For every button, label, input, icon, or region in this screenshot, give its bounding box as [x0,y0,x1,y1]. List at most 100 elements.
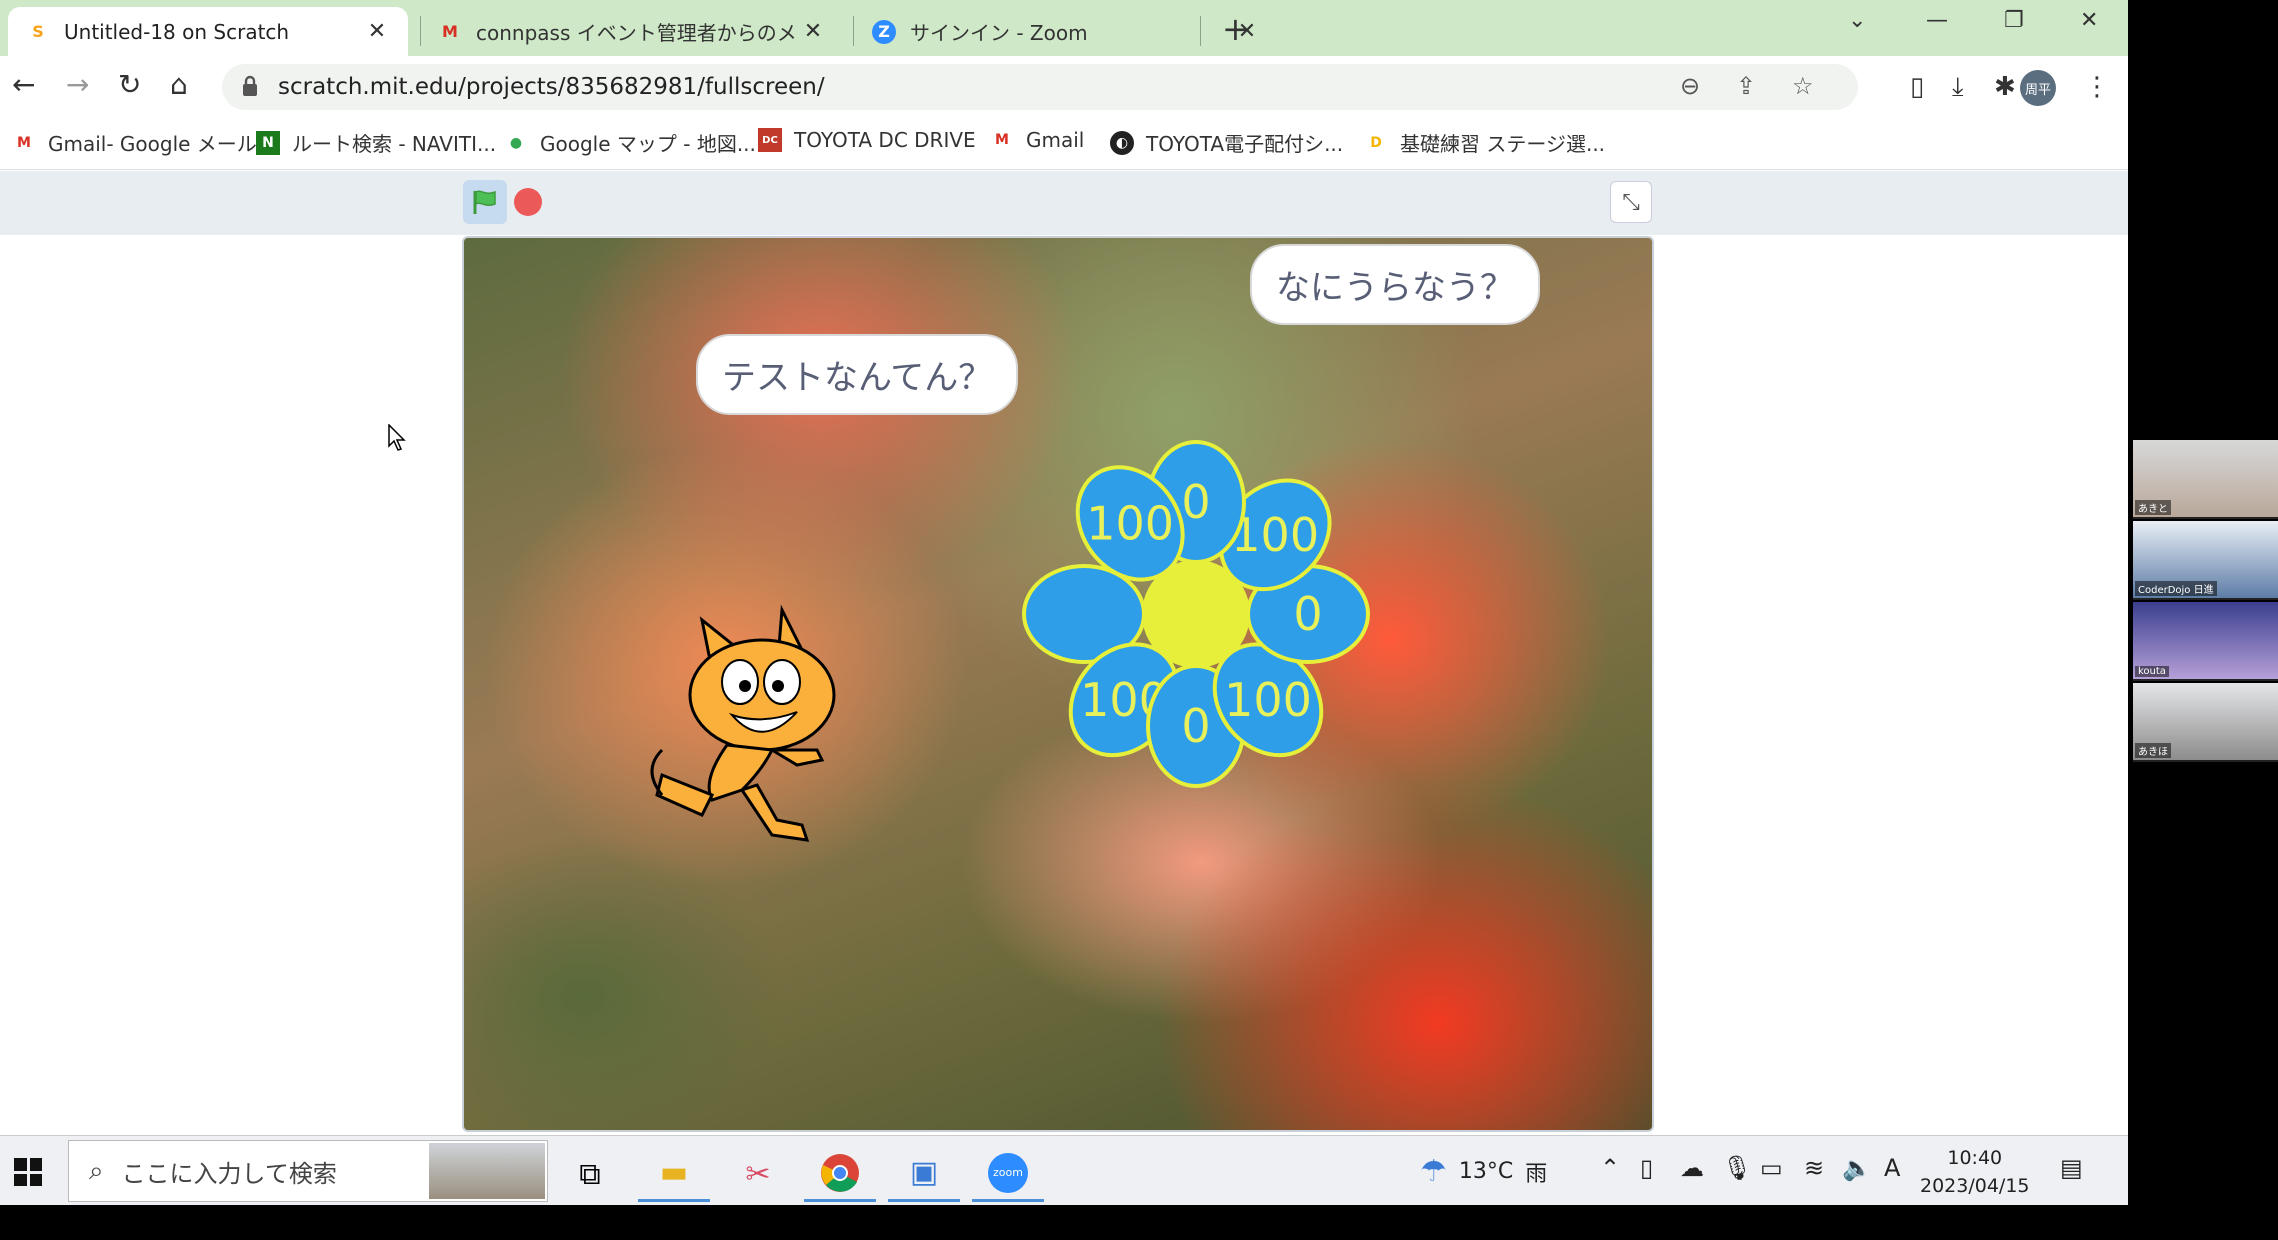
minimize-icon[interactable]: — [1926,8,1948,33]
maps-pin-icon: ● [509,134,523,151]
naviti-icon: N [256,130,280,155]
gmail-favicon-icon: M [442,22,458,41]
ime-indicator[interactable]: A [1884,1154,1900,1182]
bookmark-gmail-google[interactable]: M Gmail- Google メール [12,128,257,157]
zoom-video-tile[interactable]: CoderDojo 日進 [2133,521,2278,600]
bookmark-gmail[interactable]: M Gmail [990,128,1084,152]
onedrive-cloud-icon[interactable]: ☁ [1680,1154,1704,1182]
tab-search-chevron-icon[interactable]: ⌄ [1848,8,1866,33]
temperature: 13°C [1458,1159,1514,1184]
scratch-stage[interactable]: 100 0 100 0 100 0 100 テストなんてん？ なにうらなう？ [462,236,1654,1132]
zoom-video-tile[interactable]: kouta [2133,602,2278,681]
search-placeholder: ここに入力して検索 [121,1159,337,1188]
tab-title: Untitled-18 on Scratch [64,19,290,44]
cat-sprite[interactable] [632,600,872,860]
profile-avatar[interactable]: 周平 [2020,70,2056,106]
wifi-icon[interactable]: ≋ [1804,1154,1824,1182]
tab-scratch[interactable]: S Untitled-18 on Scratch ✕ [8,7,408,56]
desktop-screen: S Untitled-18 on Scratch ✕ M connpass イベ… [0,0,2128,1205]
bookmark-kiso-renshu[interactable]: D 基礎練習 ステージ選... [1364,128,1605,157]
windows-taskbar: ⌕ ここに入力して検索 ⧉ ▬ ✂ ▣ zoom ☂ 13°C 雨 ⌃ ▯ ☁ [0,1135,2128,1205]
chrome-icon[interactable] [804,1146,876,1202]
exit-fullscreen-button[interactable]: ⤡ [1610,181,1652,223]
kebab-menu-icon[interactable]: ⋮ [2084,72,2110,102]
system-clock[interactable]: 10:40 2023/04/15 [1920,1144,2030,1200]
weather-widget[interactable]: ☂ 13°C 雨 [1420,1154,1547,1189]
control-panel-icon[interactable]: ▣ [888,1146,960,1202]
exit-fullscreen-icon: ⤡ [1622,189,1640,215]
bookmark-label: Gmail [1026,128,1085,152]
bookmark-toyota-dc-drive[interactable]: DC TOYOTA DC DRIVE [758,128,976,152]
tab-connpass[interactable]: M connpass イベント管理者からのメッセ ✕ [420,7,844,56]
zoom-logo-icon: zoom [988,1152,1028,1193]
side-panel-icon[interactable]: ▯ [1910,72,1924,102]
participant-name: あきと [2135,500,2171,515]
petal-score-label: 0 [1293,587,1322,641]
petal-score-label: 100 [1224,673,1312,727]
tab-title: サインイン - Zoom [910,21,1088,45]
extensions-puzzle-icon[interactable]: ✱ [1994,72,2016,102]
petal-score-label: 0 [1181,699,1210,753]
bookmark-label: TOYOTA DC DRIVE [794,128,976,152]
clock-time: 10:40 [1947,1147,2003,1169]
battery-icon[interactable]: ▭ [1760,1154,1783,1182]
file-explorer-icon[interactable]: ▬ [638,1146,710,1202]
tab-separator [1200,16,1201,46]
toyota-dc-icon: DC [758,128,782,152]
volume-icon[interactable]: 🔈 [1842,1154,1872,1182]
lock-icon[interactable] [242,75,258,97]
mouse-cursor-icon [388,424,406,451]
bookmark-naviti[interactable]: N ルート検索 - NAVITI... [256,128,496,157]
gmail-icon: M [17,134,31,151]
bookmarks-bar: M Gmail- Google メール N ルート検索 - NAVITI... … [0,118,2128,170]
bookmark-label: 基礎練習 ステージ選... [1400,132,1606,156]
zoom-gallery-panel: あきと CoderDojo 日進 kouta あきほ [2133,440,2278,764]
bookmark-label: Gmail- Google メール [48,132,257,156]
flower-speech-bubble: なにうらなう？ [1250,244,1540,325]
gmail-icon: M [995,132,1009,148]
windows-start-icon[interactable] [14,1158,42,1186]
bookmark-star-icon[interactable]: ☆ [1792,72,1814,100]
notification-icon[interactable]: ▤ [2060,1154,2083,1182]
download-icon[interactable]: ⤓ [1952,72,1964,103]
device-icon[interactable]: ▯ [1640,1154,1653,1182]
zoom-magnifier-icon[interactable]: ⊖ [1680,72,1700,100]
home-icon[interactable]: ⌂ [170,68,188,101]
task-view-icon[interactable]: ⧉ [554,1146,626,1202]
window-close-icon[interactable]: ✕ [2080,8,2098,33]
bookmark-toyota-denshi[interactable]: ◐ TOYOTA電子配付シ... [1110,128,1343,157]
globe-icon: ◐ [1110,130,1134,155]
share-icon[interactable]: ⇪ [1736,72,1756,100]
snipping-tool-icon[interactable]: ✂ [722,1146,794,1202]
weather-condition: 雨 [1525,1161,1548,1187]
bookmark-label: TOYOTA電子配付シ... [1146,132,1344,156]
participant-name: CoderDojo 日進 [2135,581,2217,596]
reload-icon[interactable]: ↻ [118,68,141,101]
tab-zoom[interactable]: Z サインイン - Zoom ✕ [854,7,1278,56]
restore-icon[interactable]: ❐ [2004,8,2024,33]
microphone-icon[interactable]: 🎙 [1722,1154,1752,1182]
tray-chevron-up-icon[interactable]: ⌃ [1600,1154,1620,1182]
url-text: scratch.mit.edu/projects/835682981/fulls… [278,74,825,100]
stop-button[interactable] [514,188,542,216]
back-arrow-icon[interactable]: ← [12,68,35,101]
flower-center[interactable] [1142,560,1250,668]
address-bar[interactable]: scratch.mit.edu/projects/835682981/fulls… [222,64,1858,110]
close-icon[interactable]: ✕ [364,19,390,44]
zoom-favicon-icon: Z [872,19,896,44]
cat-speech-bubble: テストなんてん？ [696,334,1019,415]
browser-toolbar: ← → ↻ ⌂ scratch.mit.edu/projects/8356829… [0,56,2128,118]
forward-arrow-icon[interactable]: → [66,68,89,101]
scratch-favicon-icon: S [32,22,44,41]
bookmark-google-maps[interactable]: ● Google マップ - 地図... [504,128,756,157]
taskbar-search-box[interactable]: ⌕ ここに入力して検索 [68,1140,548,1202]
rain-cloud-icon: ☂ [1420,1154,1447,1189]
zoom-video-tile[interactable]: あきと [2133,440,2278,519]
green-flag-button[interactable] [463,180,507,224]
green-flag-icon [473,190,496,214]
zoom-app-icon[interactable]: zoom [972,1146,1044,1202]
zoom-video-tile[interactable]: あきほ [2133,683,2278,762]
close-icon[interactable]: ✕ [800,19,826,44]
petal-score-label: 100 [1086,496,1174,550]
new-tab-plus-icon[interactable]: + [1222,10,1249,48]
